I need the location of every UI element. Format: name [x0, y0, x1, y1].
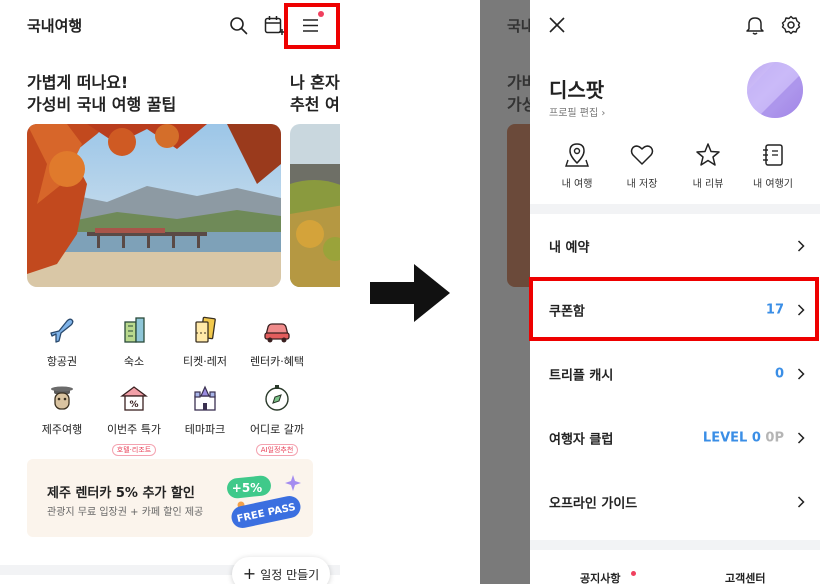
category-ticket[interactable]: 티켓·레저	[170, 313, 240, 369]
menu-triple-cash[interactable]: 트리플 캐시 0	[530, 342, 820, 406]
quick-reviews[interactable]: 내 리뷰	[678, 142, 738, 190]
page-title: 국내여행	[27, 17, 83, 35]
promo-image-1[interactable]	[27, 124, 281, 287]
category-weekly-deal[interactable]: % 이번주 특가 호텔·리조트	[99, 381, 169, 456]
chevron-right-icon	[797, 432, 805, 444]
close-icon[interactable]	[549, 17, 565, 33]
quick-my-trips[interactable]: 내 여행	[547, 142, 607, 190]
category-jeju[interactable]: 제주여행	[27, 381, 97, 437]
chevron-right-icon	[797, 240, 805, 252]
avatar[interactable]	[747, 62, 803, 118]
quick-saved[interactable]: 내 저장	[612, 142, 672, 190]
promo-title-2[interactable]: 나 혼자 추천 여	[290, 72, 340, 116]
car-icon	[260, 313, 294, 347]
discount-icon: %	[117, 381, 151, 415]
discount-badge: +5%	[232, 481, 262, 495]
home-screen: 국내여행 가볍게 떠나요! 가성비 국내 여행 꿀팁 나 혼자 추천 여 항공권…	[0, 0, 340, 584]
profile-name: 디스팟	[549, 78, 605, 102]
banner-title: 제주 렌터카 5% 추가 할인	[47, 486, 195, 501]
chevron-right-icon	[797, 496, 805, 508]
category-flight[interactable]: 항공권	[27, 313, 97, 369]
search-icon[interactable]	[229, 16, 248, 35]
notice-link[interactable]: 공지사항	[580, 570, 620, 584]
notebook-icon	[760, 142, 786, 168]
ai-recommend-tag: AI일정추천	[255, 444, 299, 456]
cash-balance: 0	[774, 366, 784, 382]
map-pin-icon	[564, 142, 590, 168]
ticket-icon	[188, 313, 222, 347]
transition-arrow-icon	[368, 262, 452, 324]
notice-new-dot	[631, 571, 636, 576]
gear-icon[interactable]	[781, 15, 801, 35]
heart-icon	[629, 142, 655, 168]
jeju-icon	[45, 381, 79, 415]
promo-title-1[interactable]: 가볍게 떠나요! 가성비 국내 여행 꿀팁	[27, 72, 176, 116]
club-level: LEVEL 0 0P	[702, 430, 784, 446]
castle-icon	[188, 381, 222, 415]
category-lodging[interactable]: 숙소	[99, 313, 169, 369]
menu-offline-guide[interactable]: 오프라인 가이드	[530, 470, 820, 534]
category-themepark[interactable]: 테마파크	[170, 381, 240, 437]
plus-icon: +	[242, 564, 257, 583]
profile-edit-link[interactable]: 프로필 편집 ›	[549, 104, 605, 119]
bell-icon[interactable]	[746, 15, 764, 35]
star-icon	[695, 142, 721, 168]
compass-icon	[260, 381, 294, 415]
menu-highlight-box	[284, 3, 340, 49]
calendar-add-icon[interactable]	[264, 15, 286, 36]
hotel-resort-tag: 호텔·리조트	[111, 444, 157, 456]
promo-image-2[interactable]	[290, 124, 340, 287]
menu-my-reservations[interactable]: 내 예약	[530, 214, 820, 278]
chevron-right-icon	[797, 368, 805, 380]
create-itinerary-button[interactable]: + 일정 만들기	[232, 557, 330, 584]
rentcar-discount-banner[interactable]: 제주 렌터카 5% 추가 할인 관광지 무료 입장권 + 카페 할인 제공 +5…	[27, 459, 313, 537]
quick-travelogs[interactable]: 내 여행기	[743, 142, 803, 190]
building-icon	[117, 313, 151, 347]
section-divider	[530, 540, 820, 550]
category-where-to-go[interactable]: 어디로 갈까 AI일정추천	[242, 381, 312, 456]
airplane-icon	[45, 313, 79, 347]
section-divider	[530, 204, 820, 214]
banner-subtitle: 관광지 무료 입장권 + 카페 할인 제공	[47, 507, 204, 518]
category-rentcar[interactable]: 렌터카·혜택	[242, 313, 312, 369]
banner-graphic: +5% FREE PASS	[223, 471, 307, 529]
coupon-highlight-box	[529, 277, 819, 341]
customer-center-link[interactable]: 고객센터	[725, 570, 765, 584]
svg-text:%: %	[129, 400, 138, 410]
menu-traveler-club[interactable]: 여행자 클럽 LEVEL 0 0P	[530, 406, 820, 470]
